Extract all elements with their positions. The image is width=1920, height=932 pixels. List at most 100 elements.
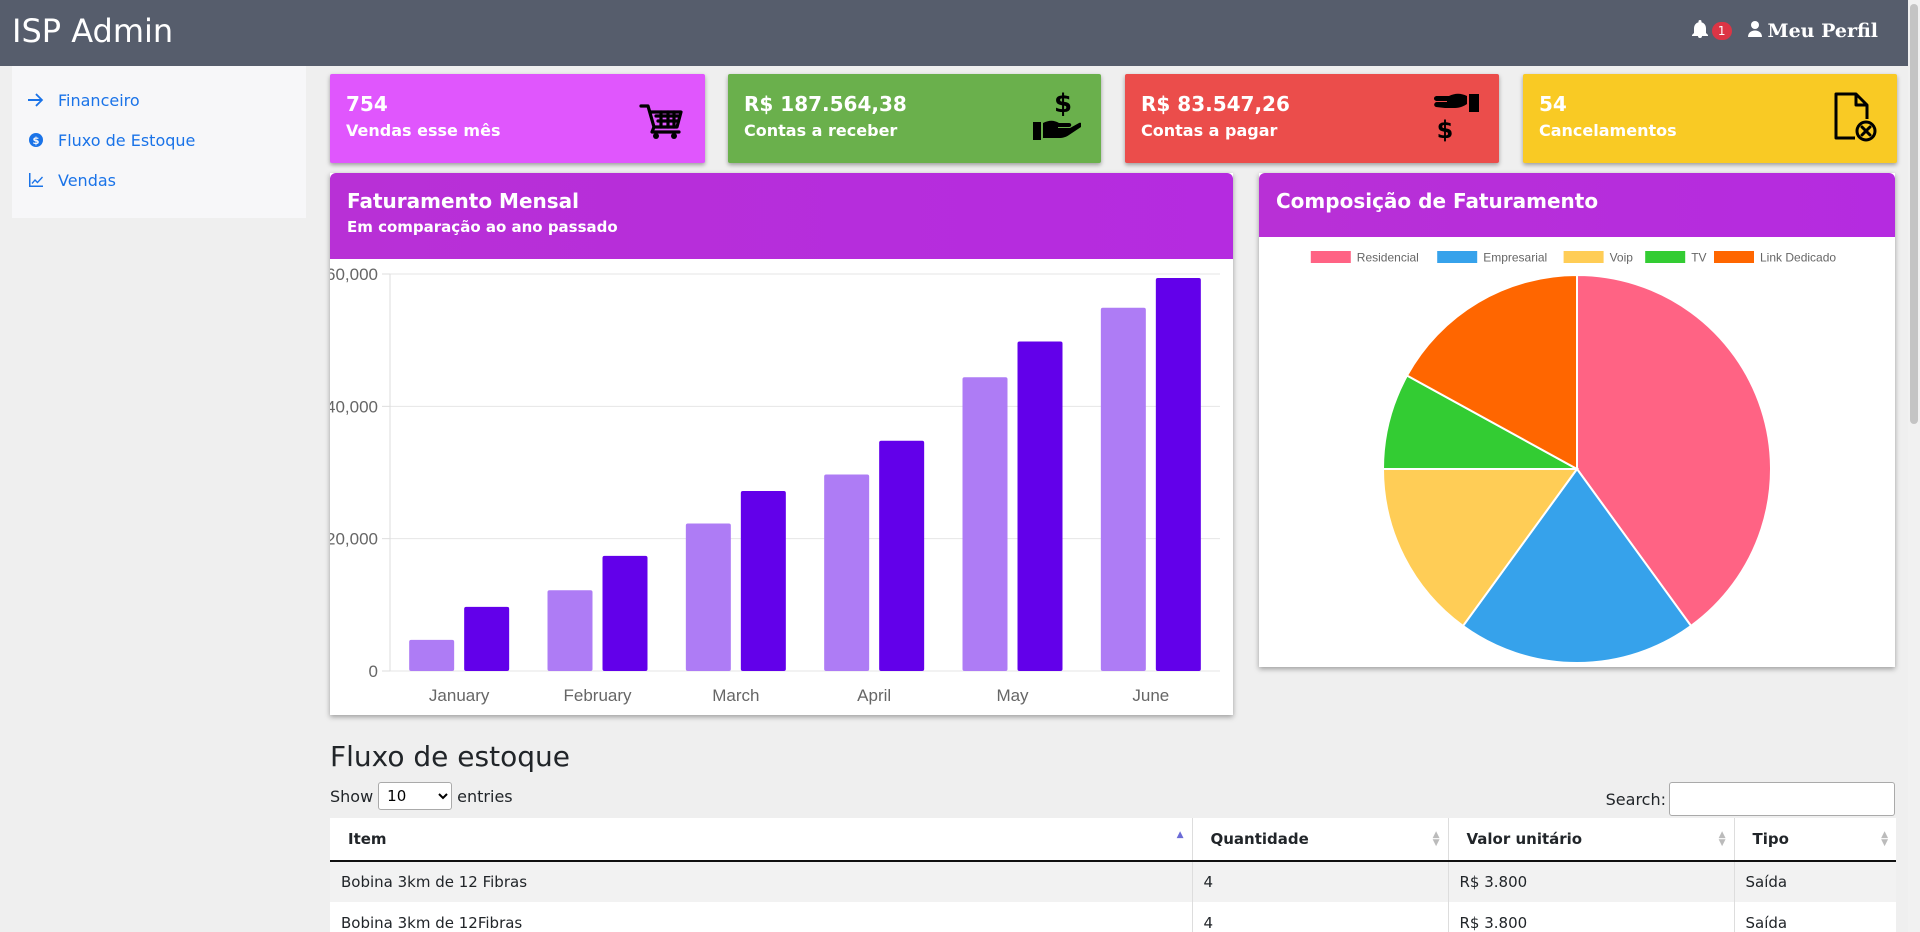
cell-valor-unitario: R$ 3.800 (1447, 902, 1734, 932)
notification-count-badge: 1 (1711, 22, 1732, 40)
bar[interactable] (824, 474, 870, 671)
revenue-bar-chart: 0 20,000 40,000 60,000 January February March A… (330, 265, 1220, 705)
bar[interactable] (547, 590, 593, 671)
column-header-label: Tipo (1752, 830, 1789, 848)
cell-tipo: Saída (1733, 902, 1896, 932)
legend-label[interactable]: Empresarial (1483, 251, 1547, 265)
profile-menu[interactable]: Meu Perfil (1747, 20, 1878, 42)
x-tick-label: April (857, 686, 891, 705)
x-tick-label: May (996, 686, 1029, 705)
legend-label[interactable]: Voip (1610, 251, 1634, 265)
app-brand[interactable]: ISP Admin (12, 12, 173, 50)
hand-pay-icon: $ (1431, 90, 1479, 144)
navbar-right: 1 Meu Perfil (1691, 20, 1878, 42)
sidebar-item-vendas[interactable]: Vendas (12, 160, 306, 200)
legend-swatch[interactable] (1714, 251, 1754, 263)
stat-label: Contas a receber (744, 121, 898, 140)
stat-card-contas-pagar: R$ 83.547,26 Contas a pagar $ (1125, 74, 1499, 163)
stat-value: R$ 187.564,38 (744, 92, 907, 116)
bar[interactable] (1017, 341, 1063, 671)
legend-label[interactable]: TV (1691, 251, 1706, 265)
table-row[interactable]: Bobina 3km de 12 Fibras 4 R$ 3.800 Saída (330, 861, 1896, 902)
sidebar-item-fluxo-de-estoque[interactable]: $ Fluxo de Estoque (12, 120, 306, 160)
sort-both-icon: ▲ ▼ (1718, 830, 1726, 848)
notifications-button[interactable]: 1 (1691, 20, 1732, 42)
bar[interactable] (409, 639, 455, 671)
stat-value: 754 (346, 92, 388, 116)
composition-chart-panel: Composição de Faturamento Residencial Emp… (1259, 173, 1895, 667)
entries-label: entries (457, 786, 513, 806)
x-tick-label: February (563, 686, 632, 705)
sidebar: Financeiro $ Fluxo de Estoque Vendas (12, 66, 306, 218)
legend-swatch[interactable] (1437, 251, 1478, 263)
user-icon (1747, 20, 1768, 42)
bar[interactable] (879, 440, 925, 671)
bar[interactable] (602, 555, 648, 671)
scrollbar-thumb[interactable] (1910, 4, 1918, 424)
bar[interactable] (464, 606, 510, 671)
show-label: Show (330, 786, 374, 806)
sidebar-item-financeiro[interactable]: Financeiro (12, 80, 306, 120)
column-header-label: Item (348, 830, 387, 848)
legend-swatch[interactable] (1645, 251, 1686, 263)
hand-dollar-icon: $ (1033, 89, 1083, 144)
cell-item: Bobina 3km de 12Fibras (330, 902, 1192, 932)
stat-label: Vendas esse mês (346, 121, 501, 140)
stat-card-cancelamentos: 54 Cancelamentos (1523, 74, 1897, 163)
shopping-cart-icon (637, 90, 685, 144)
stat-value: R$ 83.547,26 (1141, 92, 1290, 116)
top-navbar: ISP Admin 1 Meu Perfil (0, 0, 1908, 66)
dollar-circle-icon: $ (28, 132, 44, 148)
profile-label: Meu Perfil (1767, 20, 1878, 42)
sidebar-item-label: Fluxo de Estoque (58, 130, 196, 150)
svg-text:$: $ (1437, 116, 1454, 144)
stock-table: Item ▲ Quantidade ▲ ▼ Valor unitário ▲ ▼ T… (330, 818, 1896, 932)
legend-label[interactable]: Link Dedicado (1760, 251, 1836, 265)
sidebar-item-label: Financeiro (58, 90, 140, 110)
stat-card-vendas: 754 Vendas esse mês (330, 74, 705, 163)
legend-label[interactable]: Residencial (1357, 251, 1419, 265)
x-tick-label: January (429, 686, 490, 705)
column-header-quantidade[interactable]: Quantidade ▲ ▼ (1191, 818, 1448, 862)
stock-section-title: Fluxo de estoque (330, 740, 570, 773)
y-tick-label: 40,000 (330, 397, 378, 416)
column-header-tipo[interactable]: Tipo ▲ ▼ (1733, 818, 1896, 862)
svg-text:$: $ (33, 136, 40, 147)
bar[interactable] (740, 491, 786, 671)
line-chart-icon (28, 172, 44, 188)
table-row[interactable]: Bobina 3km de 12Fibras 4 R$ 3.800 Saída (330, 902, 1896, 932)
sort-asc-icon: ▲ (1176, 830, 1184, 840)
x-tick-label: June (1132, 686, 1169, 705)
page-size-select[interactable]: 102550100 (378, 782, 453, 810)
cell-quantidade: 4 (1191, 902, 1448, 932)
legend-swatch[interactable] (1310, 251, 1351, 263)
bar[interactable] (1100, 307, 1146, 671)
page-size-control: Show 102550100 entries (330, 782, 513, 810)
search-input[interactable] (1669, 782, 1895, 816)
x-tick-label: March (712, 686, 759, 705)
column-header-label: Valor unitário (1466, 830, 1583, 848)
search-label: Search: (1605, 789, 1666, 809)
file-cancel-icon (1829, 90, 1877, 144)
legend-swatch[interactable] (1563, 251, 1604, 263)
y-tick-label: 60,000 (330, 265, 378, 284)
bar[interactable] (962, 377, 1008, 671)
page-scrollbar[interactable] (1908, 0, 1920, 932)
cell-quantidade: 4 (1191, 861, 1448, 902)
sort-both-icon: ▲ ▼ (1432, 830, 1440, 848)
bell-icon (1691, 20, 1708, 42)
stat-label: Cancelamentos (1539, 121, 1677, 140)
stat-value: 54 (1539, 92, 1567, 116)
column-header-valor-unitario[interactable]: Valor unitário ▲ ▼ (1447, 818, 1734, 862)
column-header-label: Quantidade (1210, 830, 1309, 848)
bar[interactable] (685, 523, 731, 671)
bar[interactable] (1155, 277, 1201, 671)
column-header-item[interactable]: Item ▲ (330, 818, 1192, 862)
revenue-chart-panel: Faturamento Mensal Em comparação ao ano … (330, 173, 1233, 715)
svg-text:$: $ (1054, 90, 1072, 119)
table-search: Search: (1606, 782, 1895, 816)
y-tick-label: 0 (369, 662, 378, 681)
cell-valor-unitario: R$ 3.800 (1447, 861, 1734, 902)
stat-label: Contas a pagar (1141, 121, 1278, 140)
composition-pie-chart: Residencial Empresarial Voip TV Link Dedicad… (1310, 251, 1836, 664)
